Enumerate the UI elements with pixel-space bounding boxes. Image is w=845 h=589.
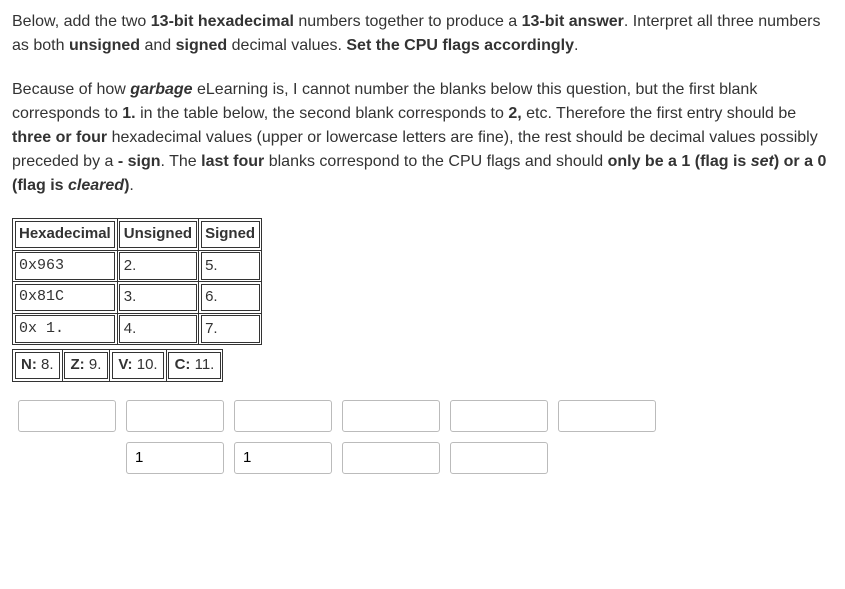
exp-bold: 1. [122, 105, 135, 122]
exp-text: . The [161, 153, 202, 170]
cell-hex: 0x963 [13, 250, 118, 282]
exp-italic: set [751, 153, 774, 170]
table-header-row: Hexadecimal Unsigned Signed [13, 219, 262, 251]
exp-bold: only be a 1 (flag is [608, 153, 751, 170]
intro-paragraph: Below, add the two 13-bit hexadecimal nu… [12, 10, 833, 58]
flag-val: 11. [195, 356, 215, 373]
answer-input-4[interactable] [342, 400, 440, 432]
flag-n: N: 8. [13, 350, 63, 382]
answer-input-8[interactable] [234, 442, 332, 474]
intro-text: and [140, 37, 176, 54]
exp-text: etc. Therefore the first entry should be [522, 105, 797, 122]
exp-text: . [129, 177, 133, 194]
exp-bold: 2, [508, 105, 521, 122]
intro-text: Below, add the two [12, 13, 151, 30]
col-signed: Signed [199, 219, 262, 251]
intro-bold: Set the CPU flags accordingly [346, 37, 574, 54]
intro-bold: 13-bit hexadecimal [151, 13, 294, 30]
flag-val: 8. [41, 356, 54, 373]
flag-label: C: [175, 356, 191, 373]
intro-text: . [574, 37, 578, 54]
flag-label: N: [21, 356, 37, 373]
flag-val: 9. [89, 356, 102, 373]
answer-input-3[interactable] [234, 400, 332, 432]
cell-unsigned: 2. [117, 250, 198, 282]
cell-signed: 6. [199, 282, 262, 314]
flag-label: Z: [71, 356, 85, 373]
exp-bold: - sign [118, 153, 161, 170]
flag-label: V: [118, 356, 132, 373]
col-hex: Hexadecimal [13, 219, 118, 251]
cell-signed: 7. [199, 313, 262, 345]
answer-input-5[interactable] [450, 400, 548, 432]
intro-text: numbers together to produce a [294, 13, 522, 30]
exp-text: Because of how [12, 81, 130, 98]
cell-signed: 5. [199, 250, 262, 282]
cell-unsigned: 4. [117, 313, 198, 345]
answer-input-1[interactable] [18, 400, 116, 432]
intro-bold: 13-bit answer [522, 13, 624, 30]
explanation-paragraph: Because of how garbage eLearning is, I c… [12, 78, 833, 198]
table-row: 0x 1. 4. 7. [13, 313, 262, 345]
table-row: 0x963 2. 5. [13, 250, 262, 282]
answer-input-6[interactable] [558, 400, 656, 432]
intro-bold: unsigned [69, 37, 140, 54]
exp-text: in the table below, the second blank cor… [136, 105, 509, 122]
data-table: Hexadecimal Unsigned Signed 0x963 2. 5. … [12, 218, 262, 345]
cell-hex: 0x81C [13, 282, 118, 314]
flags-table: N: 8. Z: 9. V: 10. C: 11. [12, 349, 223, 382]
flag-c: C: 11. [166, 350, 223, 382]
cell-unsigned: 3. [117, 282, 198, 314]
table-row: 0x81C 3. 6. [13, 282, 262, 314]
col-unsigned: Unsigned [117, 219, 198, 251]
cell-hex: 0x 1. [13, 313, 118, 345]
flag-v: V: 10. [110, 350, 166, 382]
intro-text: decimal values. [227, 37, 346, 54]
exp-italic: cleared [68, 177, 124, 194]
answer-input-2[interactable] [126, 400, 224, 432]
exp-text: blanks correspond to the CPU flags and s… [264, 153, 607, 170]
input-row-1 [12, 400, 833, 432]
flag-val: 10. [137, 356, 158, 373]
intro-bold: signed [176, 37, 228, 54]
flag-z: Z: 9. [62, 350, 110, 382]
exp-garbage: garbage [130, 81, 192, 98]
exp-bold: three or four [12, 129, 107, 146]
exp-bold: last four [201, 153, 264, 170]
answer-input-9[interactable] [342, 442, 440, 474]
answer-input-10[interactable] [450, 442, 548, 474]
input-row-2 [12, 442, 833, 474]
answer-input-7[interactable] [126, 442, 224, 474]
